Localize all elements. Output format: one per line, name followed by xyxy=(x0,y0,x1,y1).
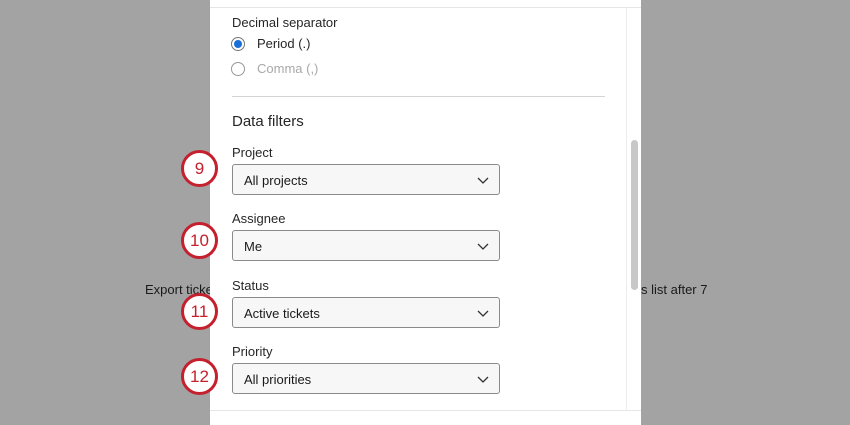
chevron-down-icon xyxy=(477,310,489,317)
callout-badge-11: 11 xyxy=(181,293,218,330)
project-select[interactable]: All projects xyxy=(232,164,500,195)
callout-badge-12: 12 xyxy=(181,358,218,395)
project-label: Project xyxy=(232,145,273,160)
export-dialog: Decimal separator Period (.) Comma (,) D… xyxy=(210,0,641,425)
radio-period-label[interactable]: Period (.) xyxy=(257,36,310,51)
footer-divider xyxy=(210,410,641,411)
header-divider xyxy=(210,7,641,8)
scrollbar-thumb[interactable] xyxy=(631,140,638,290)
radio-comma-label[interactable]: Comma (,) xyxy=(257,61,318,76)
radio-period[interactable] xyxy=(231,37,245,51)
assignee-select[interactable]: Me xyxy=(232,230,500,261)
chevron-down-icon xyxy=(477,243,489,250)
radio-comma[interactable] xyxy=(231,62,245,76)
project-select-value: All projects xyxy=(244,173,308,188)
data-filters-title: Data filters xyxy=(232,113,304,130)
priority-select[interactable]: All priorities xyxy=(232,363,500,394)
chevron-down-icon xyxy=(477,376,489,383)
status-select[interactable]: Active tickets xyxy=(232,297,500,328)
chevron-down-icon xyxy=(477,177,489,184)
decimal-separator-label: Decimal separator xyxy=(232,15,338,30)
priority-label: Priority xyxy=(232,344,273,359)
scroll-track xyxy=(626,8,627,410)
callout-badge-9: 9 xyxy=(181,150,218,187)
assignee-label: Assignee xyxy=(232,211,286,226)
status-label: Status xyxy=(232,278,269,293)
assignee-select-value: Me xyxy=(244,239,263,254)
priority-select-value: All priorities xyxy=(244,372,312,387)
callout-badge-10: 10 xyxy=(181,222,218,259)
status-select-value: Active tickets xyxy=(244,306,320,321)
background-text-right: s list after 7 xyxy=(641,282,708,297)
section-divider xyxy=(232,96,605,97)
